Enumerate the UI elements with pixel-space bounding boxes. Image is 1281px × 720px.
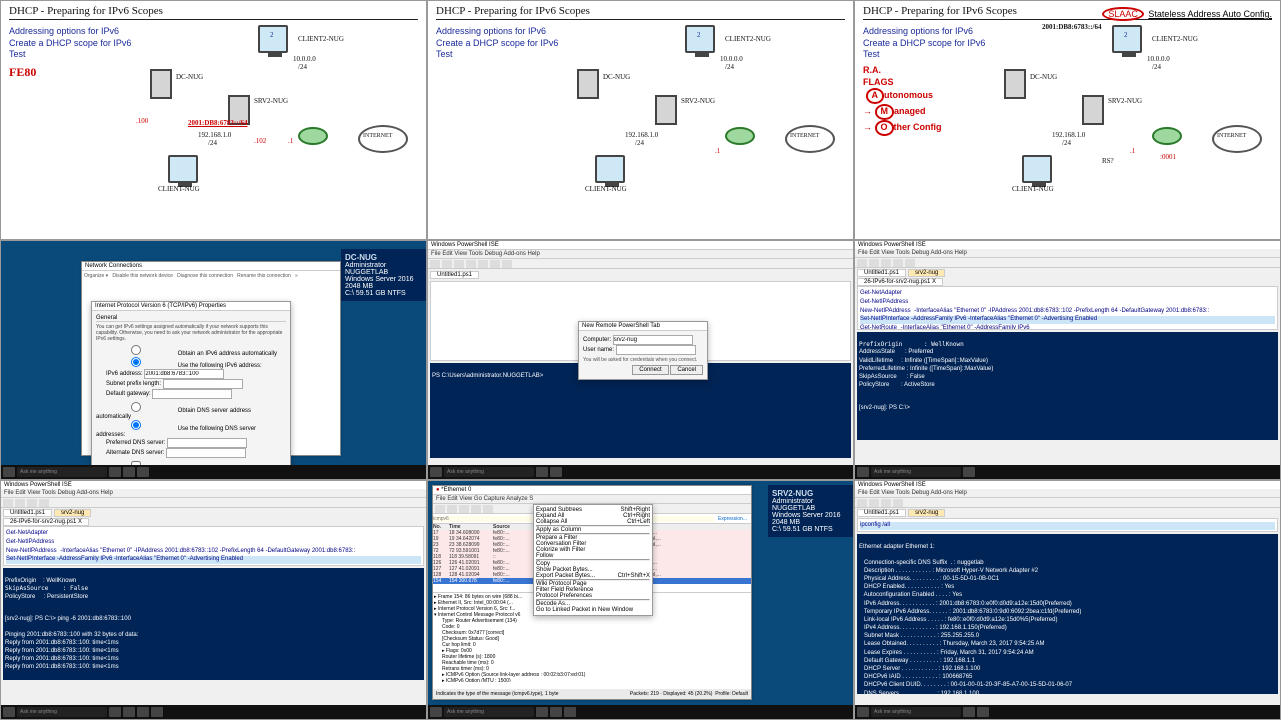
gateway-input[interactable]: [152, 389, 232, 399]
wireshark-window[interactable]: ● *Ethernet 0 File Edit View Go Capture …: [432, 485, 752, 700]
script-pane[interactable]: Get-NetAdapter Get-NetIPAddress New-NetI…: [3, 526, 424, 566]
expression-link[interactable]: Expression...: [714, 516, 751, 522]
script-pane[interactable]: Get-NetAdapter Get-NetIPAddress New-NetI…: [857, 286, 1278, 330]
ise-script-output: Windows PowerShell ISE File Edit View To…: [854, 240, 1281, 480]
ise-ipconfig-screen: Windows PowerShell ISE File Edit View To…: [854, 480, 1281, 720]
script-tab[interactable]: 26-IPv6-for-srv2-nug.ps1 X: [857, 278, 943, 286]
dns-alt-input[interactable]: [166, 448, 246, 458]
script-pane[interactable]: ipconfig /all: [857, 518, 1278, 532]
dc-desktop: DC-NUG Administrator NUGGETLAB Windows S…: [0, 240, 427, 480]
client2-label: CLIENT2-NUG: [298, 35, 344, 43]
console-pane[interactable]: Ethernet adapter Ethernet 1: Connection-…: [857, 534, 1278, 694]
start-button[interactable]: [3, 467, 15, 477]
ipv6-prefix-top: 2001:DB8:6783::/64: [1042, 23, 1102, 31]
context-menu[interactable]: Expand SubtreesShift+Right Expand AllCtr…: [533, 504, 653, 616]
wireshark-screen: SRV2-NUG Administrator NUGGETLAB Windows…: [427, 480, 854, 720]
prefix-input[interactable]: [163, 379, 243, 389]
client-icon: [168, 155, 198, 183]
taskbar[interactable]: Ask me anything: [1, 465, 426, 479]
ipv6-prefix: 2001:DB8:6783::/64: [188, 119, 248, 127]
username-input[interactable]: [616, 345, 696, 355]
network-diagram: 2 CLIENT2-NUG 10.0.0.0 /24 DC-NUG SRV2-N…: [575, 25, 845, 225]
connect-button[interactable]: Connect: [632, 365, 668, 375]
host-label: DC-NUG: [345, 253, 422, 262]
ise-toolbar[interactable]: [428, 259, 853, 269]
console-pane[interactable]: PrefixOrigin : WellKnown SkipAsSource : …: [3, 568, 424, 680]
network-diagram: 2001:DB8:6783::/64 2 CLIENT2-NUG 10.0.0.…: [1002, 25, 1272, 225]
host-label: SRV2-NUG: [772, 489, 849, 498]
ise-menu[interactable]: File Edit View Tools Debug Add-ons Help: [428, 250, 853, 259]
ipv6-address-input[interactable]: [144, 369, 224, 379]
use-addr-radio[interactable]: [96, 357, 176, 367]
console-pane[interactable]: PrefixOrigin : WellKnown AddressState : …: [857, 332, 1278, 440]
cancel-button[interactable]: Cancel: [670, 365, 703, 375]
router-icon: [298, 127, 328, 145]
wb-title: DHCP - Preparing for IPv6 Scopes: [9, 5, 418, 20]
client2-icon: 2: [258, 25, 288, 53]
ise-ping-screen: Windows PowerShell ISE File Edit View To…: [0, 480, 427, 720]
whiteboard-panel-3: DHCP - Preparing for IPv6 Scopes SLAAC S…: [854, 0, 1281, 240]
dialog-title: Internet Protocol Version 6 (TCP/IPv6) P…: [92, 302, 290, 311]
whiteboard-panel-2: DHCP - Preparing for IPv6 Scopes Address…: [427, 0, 854, 240]
slaac-label: SLAAC: [1102, 7, 1144, 21]
search-input[interactable]: Ask me anything: [17, 467, 107, 477]
auto-addr-radio[interactable]: [96, 345, 176, 355]
ise-remote-dialog-screen: Windows PowerShell ISE File Edit View To…: [427, 240, 854, 480]
dc-icon: [150, 69, 172, 99]
whiteboard-panel-1: DHCP - Preparing for IPv6 Scopes Address…: [0, 0, 427, 240]
internet-cloud: [358, 125, 408, 153]
ipv6-properties-dialog[interactable]: Internet Protocol Version 6 (TCP/IPv6) P…: [91, 301, 291, 480]
remote-tab-dialog[interactable]: New Remote PowerShell Tab Computer: User…: [578, 321, 708, 380]
computer-input[interactable]: [613, 335, 693, 345]
network-diagram: 2 CLIENT2-NUG 10.0.0.0 /24 DC-NUG SRV2-N…: [148, 25, 418, 225]
tab-untitled[interactable]: Untitled1.ps1: [430, 271, 479, 279]
dns-pref-input[interactable]: [167, 438, 247, 448]
